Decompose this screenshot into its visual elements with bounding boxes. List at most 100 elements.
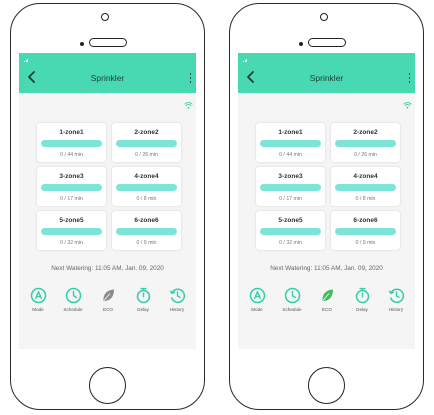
zone-time: 0 / 9 min — [355, 240, 376, 246]
signal-icon — [243, 59, 249, 62]
delay-label: Delay — [356, 307, 368, 312]
zone-time: 0 / 32 min — [279, 240, 302, 246]
mode-label: Mode — [251, 307, 263, 312]
more-menu-icon[interactable] — [408, 73, 411, 83]
zone-time: 0 / 8 min — [136, 196, 157, 202]
eco-button[interactable]: ECO — [93, 287, 123, 317]
zone-progress-bar — [116, 184, 177, 191]
timer-icon — [355, 287, 369, 304]
zone-time: 0 / 32 min — [60, 240, 83, 246]
eco-label: ECO — [322, 307, 332, 312]
clock-icon — [284, 287, 300, 304]
history-button[interactable]: History — [381, 287, 411, 317]
phone-frame-right: Sprinkler 1-zone1 0 / 44 min 2-zone2 0 /… — [229, 3, 424, 410]
timer-icon — [136, 287, 150, 304]
delay-label: Delay — [137, 307, 149, 312]
zone-name: 5-zone5 — [59, 217, 84, 224]
zone-progress-bar — [260, 228, 321, 235]
zone-time: 0 / 9 min — [136, 240, 157, 246]
zone-name: 1-zone1 — [59, 129, 84, 136]
zone-name: 6-zone6 — [134, 217, 159, 224]
leaf-icon — [102, 289, 114, 301]
zone-name: 1-zone1 — [278, 129, 303, 136]
zone-progress-bar — [41, 140, 102, 147]
zone-card[interactable]: 1-zone1 0 / 44 min — [37, 123, 106, 162]
app-screen: Sprinkler 1-zone1 0 / 44 min 2-zone2 0 /… — [238, 53, 415, 349]
sensor-dot — [299, 42, 303, 46]
history-label: History — [388, 307, 404, 312]
zone-progress-bar — [335, 140, 396, 147]
zone-time: 0 / 26 min — [354, 152, 377, 158]
history-icon — [388, 288, 404, 304]
mode-label: Mode — [32, 307, 44, 312]
mode-button[interactable]: Mode — [23, 287, 53, 317]
next-watering-text: Next Watering: 11:05 AM, Jan. 09, 2020 — [270, 265, 383, 272]
zone-card[interactable]: 5-zone5 0 / 32 min — [256, 211, 325, 250]
zone-card[interactable]: 4-zone4 0 / 8 min — [112, 167, 181, 206]
next-watering-text: Next Watering: 11:05 AM, Jan. 09, 2020 — [51, 265, 164, 272]
zone-card[interactable]: 6-zone6 0 / 9 min — [112, 211, 181, 250]
zone-name: 3-zone3 — [278, 173, 303, 180]
sensor-dot — [80, 42, 84, 46]
zone-card[interactable]: 1-zone1 0 / 44 min — [256, 123, 325, 162]
page-title: Sprinkler — [309, 73, 344, 83]
zone-name: 2-zone2 — [353, 129, 378, 136]
zone-card[interactable]: 6-zone6 0 / 9 min — [331, 211, 400, 250]
zone-progress-bar — [260, 140, 321, 147]
schedule-button[interactable]: Schedule — [277, 287, 307, 317]
schedule-button[interactable]: Schedule — [58, 287, 88, 317]
speaker-grille — [89, 38, 127, 47]
history-button[interactable]: History — [162, 287, 192, 317]
zone-name: 2-zone2 — [134, 129, 159, 136]
zone-progress-bar — [41, 228, 102, 235]
zone-card[interactable]: 2-zone2 0 / 26 min — [331, 123, 400, 162]
zone-time: 0 / 44 min — [279, 152, 302, 158]
eco-label: ECO — [103, 307, 113, 312]
schedule-label: Schedule — [282, 307, 302, 312]
zone-card[interactable]: 3-zone3 0 / 17 min — [37, 167, 106, 206]
zone-name: 5-zone5 — [278, 217, 303, 224]
action-bar: Mode Schedule ECO Delay History — [242, 287, 411, 317]
history-icon — [169, 288, 185, 304]
zone-progress-bar — [41, 184, 102, 191]
zone-progress-bar — [335, 228, 396, 235]
zone-name: 6-zone6 — [353, 217, 378, 224]
page-title: Sprinkler — [90, 73, 125, 83]
zone-card[interactable]: 2-zone2 0 / 26 min — [112, 123, 181, 162]
phone-frame-left: Sprinkler 1-zone1 0 / 44 min 2-zone2 0 /… — [10, 3, 205, 410]
zone-name: 3-zone3 — [59, 173, 84, 180]
mode-icon — [30, 287, 46, 304]
zone-progress-bar — [335, 184, 396, 191]
front-camera — [101, 13, 109, 21]
front-camera — [320, 13, 328, 21]
wifi-icon — [403, 102, 412, 109]
zone-name: 4-zone4 — [353, 173, 378, 180]
mode-button[interactable]: Mode — [242, 287, 272, 317]
zone-time: 0 / 44 min — [60, 152, 83, 158]
speaker-grille — [308, 38, 346, 47]
eco-button[interactable]: ECO — [312, 287, 342, 317]
mode-icon — [249, 287, 265, 304]
clock-icon — [65, 287, 81, 304]
zone-card[interactable]: 5-zone5 0 / 32 min — [37, 211, 106, 250]
zone-time: 0 / 17 min — [60, 196, 83, 202]
zone-card[interactable]: 4-zone4 0 / 8 min — [331, 167, 400, 206]
history-label: History — [169, 307, 185, 312]
delay-button[interactable]: Delay — [128, 287, 158, 317]
action-bar: Mode Schedule ECO Delay History — [23, 287, 192, 317]
zone-time: 0 / 17 min — [279, 196, 302, 202]
app-screen: Sprinkler 1-zone1 0 / 44 min 2-zone2 0 /… — [19, 53, 196, 349]
zone-time: 0 / 26 min — [135, 152, 158, 158]
schedule-label: Schedule — [63, 307, 83, 312]
wifi-icon — [184, 102, 193, 109]
leaf-icon — [321, 289, 333, 301]
zone-progress-bar — [260, 184, 321, 191]
zone-name: 4-zone4 — [134, 173, 159, 180]
app-header: Sprinkler — [19, 53, 196, 93]
more-menu-icon[interactable] — [189, 73, 192, 83]
home-button[interactable] — [89, 367, 126, 404]
zone-card[interactable]: 3-zone3 0 / 17 min — [256, 167, 325, 206]
delay-button[interactable]: Delay — [347, 287, 377, 317]
home-button[interactable] — [308, 367, 345, 404]
zone-progress-bar — [116, 228, 177, 235]
